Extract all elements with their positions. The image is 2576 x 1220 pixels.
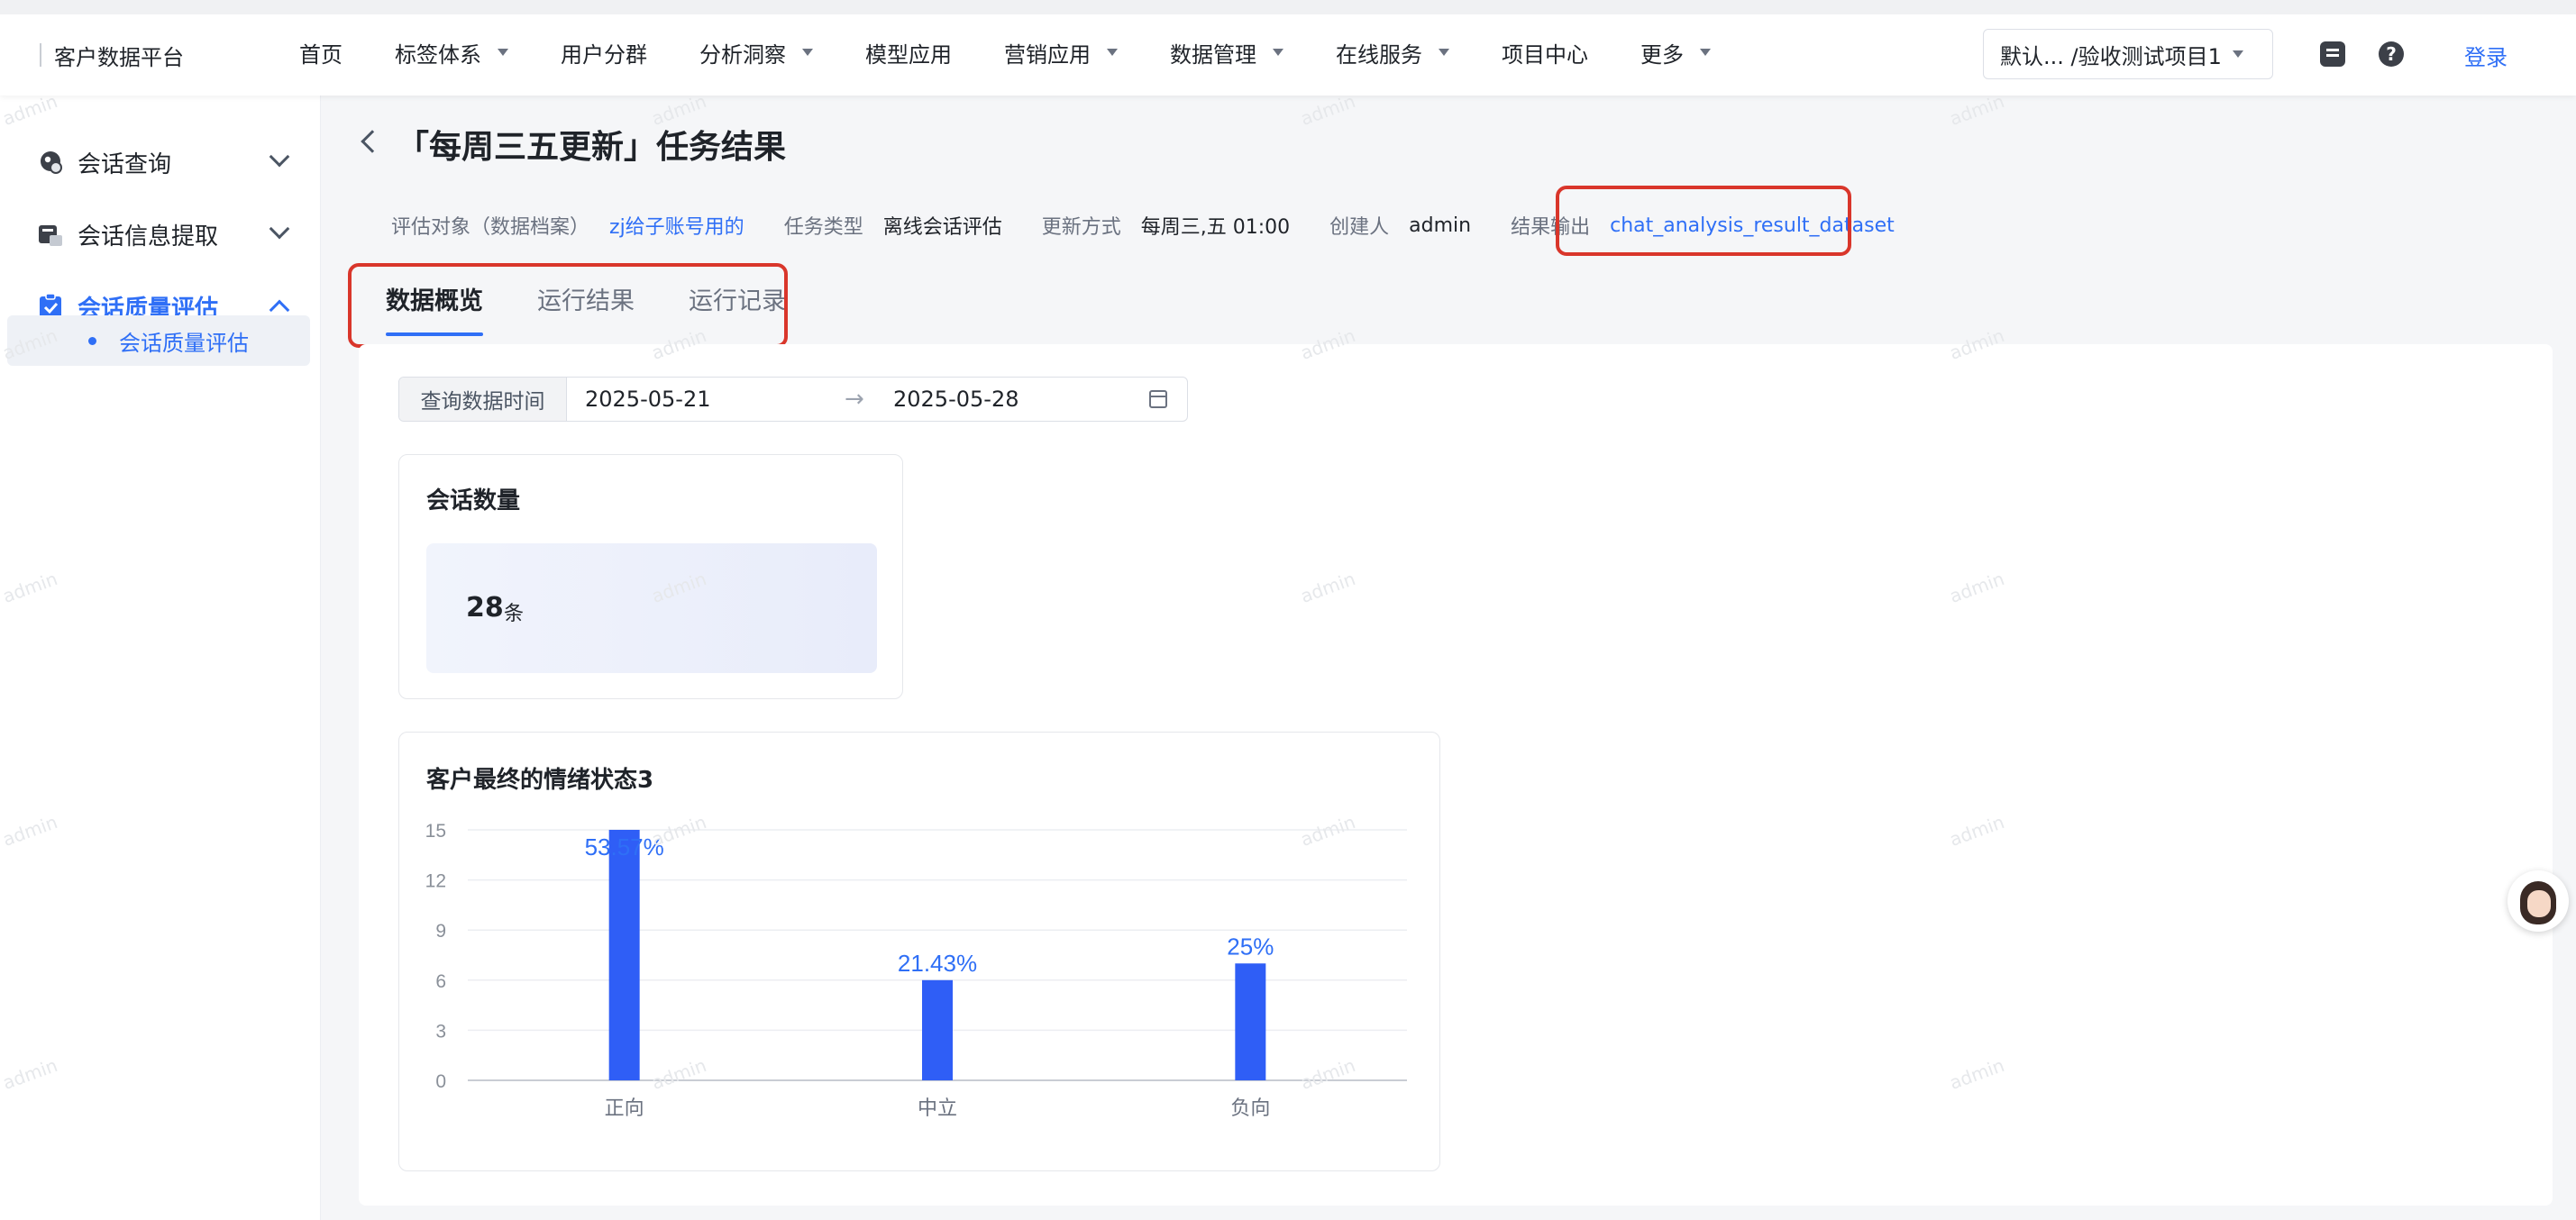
nav-item-label: 更多 [1640, 41, 1684, 68]
main-menu: 首页 标签体系 用户分群 分析洞察 模型应用 营销应用 数据管理 在线服务 项目中心 更多 [299, 34, 1763, 70]
stat-box: 28 条 [426, 543, 877, 673]
y-tick-label: 12 [425, 871, 446, 892]
meta-task-type-value: 离线会话评估 [882, 216, 1002, 239]
nav-item-label: 分析洞察 [699, 41, 786, 68]
meta-task-type-key: 任务类型 [783, 216, 863, 239]
y-tick-label: 6 [435, 971, 446, 992]
data-label: 25% [1227, 933, 1274, 960]
message-icon[interactable] [2320, 41, 2345, 67]
sidebar-item-label: 会话质量评估 [119, 330, 249, 356]
nav-item[interactable]: 营销应用 [1004, 37, 1118, 68]
nav-item[interactable]: 在线服务 [1336, 37, 1449, 68]
bar-中立 [922, 979, 953, 1080]
top-navigation-bar: 客户数据平台 首页 标签体系 用户分群 分析洞察 模型应用 营销应用 数据管理 在线服务 项目中… [0, 0, 2576, 96]
chevron-down-icon [269, 218, 290, 240]
meta-target-link[interactable]: zj给子账号用的 [609, 211, 744, 240]
chevron-down-icon [1439, 49, 1449, 56]
session-count-value: 28 [466, 592, 504, 624]
nav-item-label: 用户分群 [561, 41, 647, 68]
project-selector[interactable]: 默认... /验收测试项目1 [1983, 29, 2273, 79]
chat-query-icon [41, 151, 62, 174]
project-selector-value: 默认... /验收测试项目1 [2000, 43, 2222, 69]
card-title: 会话数量 [426, 487, 521, 514]
sidebar-group-info-extract[interactable]: 会话信息提取 [0, 207, 321, 261]
calendar-icon[interactable] [1149, 390, 1167, 408]
sidebar-group-chat-query[interactable]: 会话查询 [0, 135, 321, 189]
nav-item[interactable]: 数据管理 [1170, 37, 1283, 68]
sidebar: 会话查询 会话信息提取 会话质量评估 会话质量评估 [0, 96, 321, 1220]
nav-item[interactable]: 分析洞察 [699, 37, 813, 68]
y-tick-label: 3 [435, 1021, 446, 1042]
sidebar-item-quality-eval[interactable]: 会话质量评估 [7, 315, 310, 366]
nav-item[interactable]: 标签体系 [395, 37, 508, 68]
date-start-input[interactable]: 2025-05-21 [585, 387, 710, 412]
date-range-label: 查询数据时间 [399, 378, 567, 421]
chevron-down-icon [2232, 50, 2243, 58]
x-tick-label: 正向 [605, 1097, 644, 1120]
nav-item[interactable]: 用户分群 [561, 37, 647, 68]
y-tick-label: 0 [435, 1071, 446, 1092]
meta-update-key: 更新方式 [1041, 216, 1121, 239]
x-tick-label: 中立 [918, 1097, 957, 1120]
nav-item-label: 模型应用 [865, 41, 952, 68]
nav-item-label: 在线服务 [1336, 41, 1422, 68]
tabs-highlight-box [348, 263, 788, 348]
meta-creator-key: 创建人 [1329, 216, 1390, 239]
chevron-down-icon [802, 49, 813, 56]
session-count-card: 会话数量 28 条 [398, 454, 903, 699]
session-count-unit: 条 [504, 603, 525, 625]
nav-item[interactable]: 首页 [299, 37, 343, 68]
y-tick-label: 15 [425, 821, 446, 842]
data-label: 21.43% [898, 950, 977, 977]
watermark-text: admin [1297, 90, 1358, 130]
sidebar-group-label: 会话信息提取 [78, 223, 219, 250]
chevron-down-icon [1700, 49, 1711, 56]
page-title: 「每周三五更新」任务结果 [397, 129, 787, 166]
nav-item-label: 项目中心 [1502, 41, 1588, 68]
info-extract-icon [39, 225, 62, 246]
watermark-text: admin [1946, 90, 2007, 130]
nav-item[interactable]: 更多 [1640, 37, 1711, 68]
data-label: 53.57% [585, 833, 664, 860]
emotion-chart-card: 客户最终的情绪状态3 0 3 6 9 12 15 53.57% 正向 21.43% 中立 25% 负向 [398, 732, 1440, 1171]
sidebar-group-label: 会话查询 [78, 150, 172, 178]
output-highlight-box [1556, 186, 1851, 256]
bar-负向 [1235, 963, 1266, 1080]
chevron-down-icon [498, 49, 508, 56]
nav-item-label: 标签体系 [395, 41, 481, 68]
avatar-face [2527, 890, 2551, 917]
chevron-down-icon [1107, 49, 1118, 56]
emotion-bar-chart: 0 3 6 9 12 15 53.57% 正向 21.43% 中立 25% 负向 [425, 821, 1407, 1120]
meta-creator-value: admin [1409, 214, 1472, 237]
arrow-right-icon: → [845, 386, 864, 413]
meta-target-key: 评估对象（数据档案） [391, 216, 590, 239]
nav-item[interactable]: 项目中心 [1502, 37, 1588, 68]
help-icon[interactable]: ? [2379, 41, 2404, 67]
chevron-down-icon [1273, 49, 1283, 56]
back-arrow-icon[interactable] [361, 130, 384, 153]
bar-正向 [608, 830, 640, 1080]
y-tick-label: 9 [435, 921, 446, 942]
bullet-icon [88, 337, 96, 345]
assistant-avatar-button[interactable] [2507, 870, 2569, 932]
login-link[interactable]: 登录 [2464, 40, 2507, 71]
date-range-picker[interactable]: 查询数据时间 2025-05-21 → 2025-05-28 [398, 377, 1188, 422]
x-tick-label: 负向 [1230, 1097, 1270, 1120]
nav-item-label: 数据管理 [1170, 41, 1256, 68]
brand-title: 客户数据平台 [40, 40, 184, 71]
meta-update-value: 每周三,五 01:00 [1140, 216, 1291, 239]
chevron-down-icon [269, 146, 290, 168]
nav-item-label: 首页 [299, 41, 343, 68]
date-end-input[interactable]: 2025-05-28 [893, 387, 1019, 412]
nav-item-label: 营销应用 [1004, 41, 1091, 68]
nav-item[interactable]: 模型应用 [865, 37, 952, 68]
